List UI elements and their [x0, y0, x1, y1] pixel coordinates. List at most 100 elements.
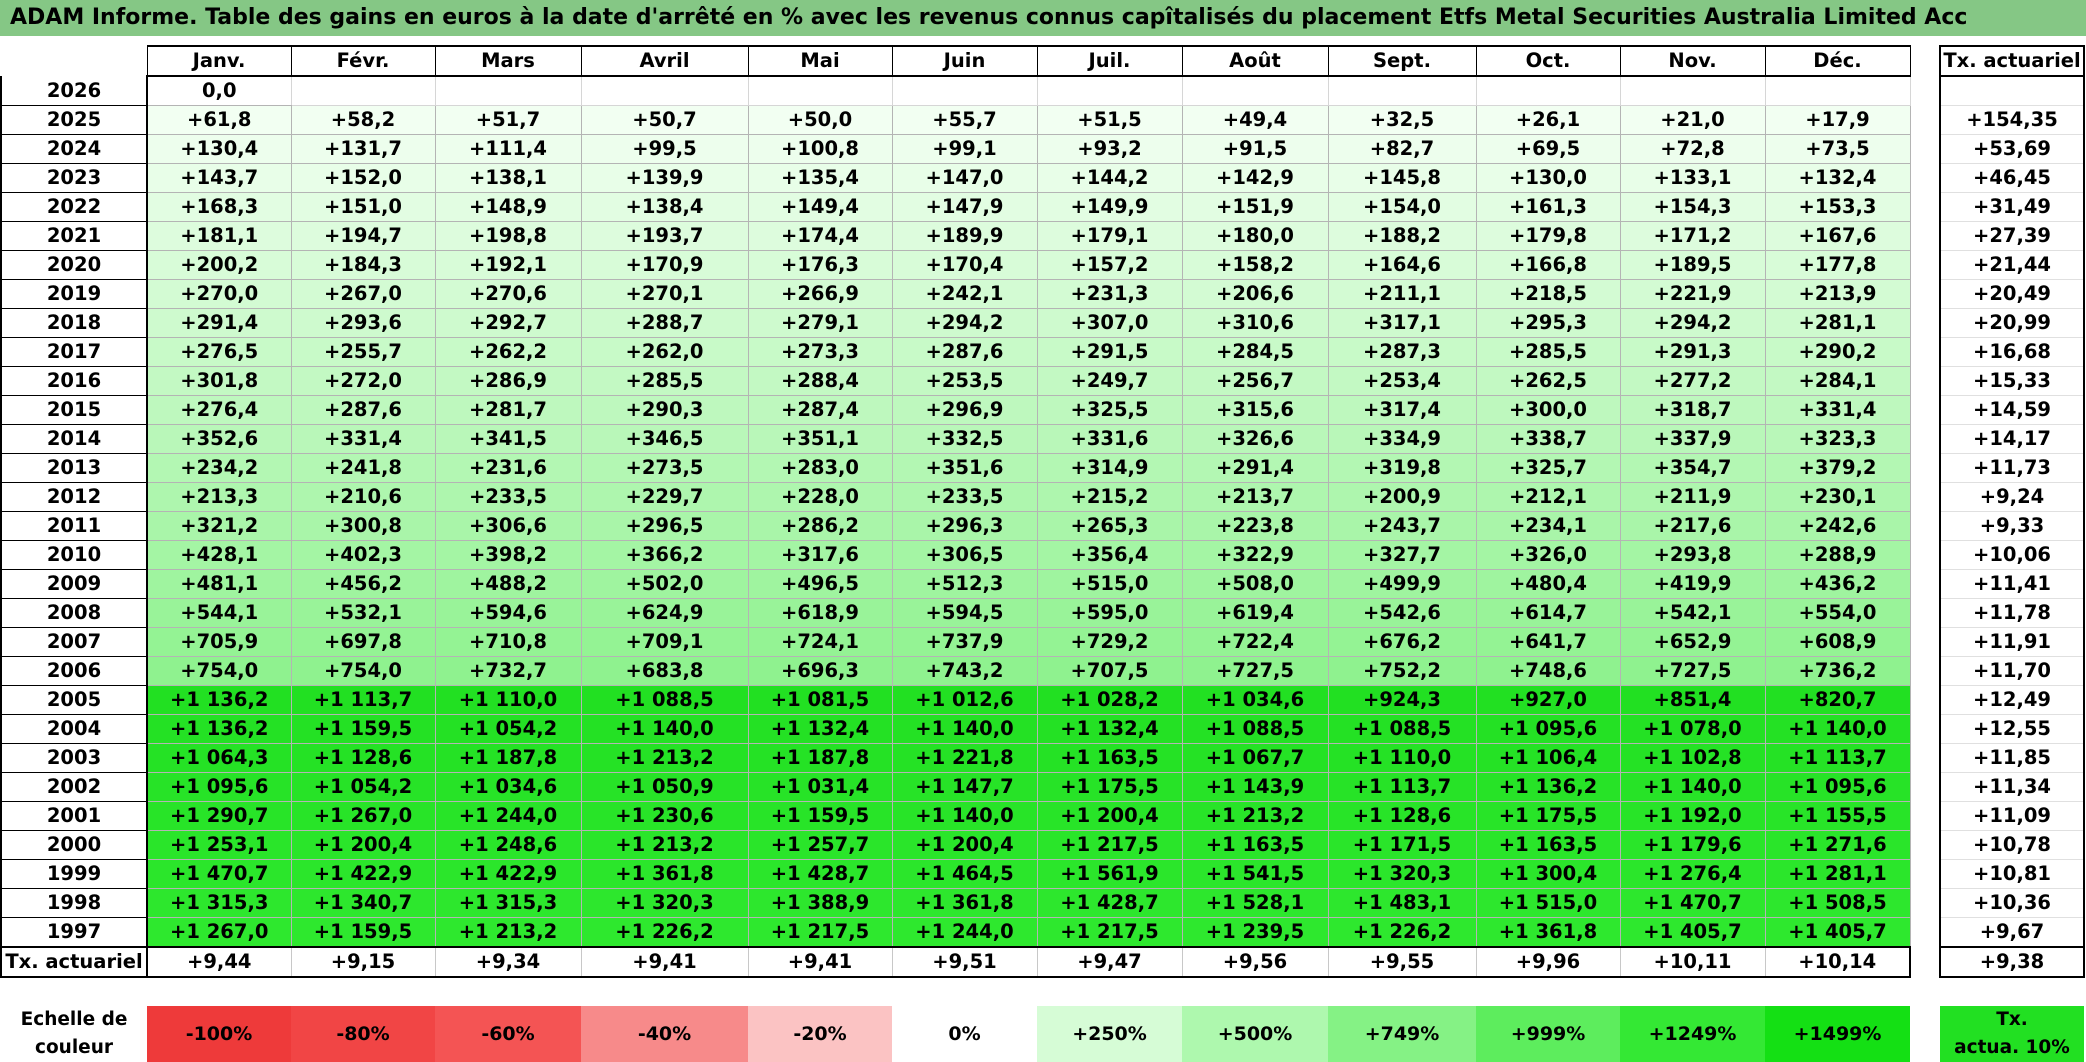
gain-cell: +1 230,6: [580, 801, 749, 831]
year-cell: 2003: [0, 743, 148, 773]
gain-cell: +532,1: [290, 598, 436, 628]
year-cell: 2023: [0, 163, 148, 193]
year-cell: 1998: [0, 888, 148, 918]
gain-cell: +508,0: [1181, 569, 1329, 599]
gain-cell: +1 200,4: [1036, 801, 1183, 831]
year-cell: 2021: [0, 221, 148, 251]
gain-cell: +158,2: [1181, 250, 1329, 280]
row-rate: +21,44: [1939, 250, 2085, 280]
gain-cell: +334,9: [1327, 424, 1477, 454]
month-header-2: Mars: [434, 45, 582, 77]
row-gap: [1910, 309, 1940, 338]
gain-cell: +337,9: [1619, 424, 1766, 454]
gain-cell: +614,7: [1475, 598, 1621, 628]
spacer-cell: [1037, 977, 1182, 1006]
gain-cell: +286,2: [747, 511, 893, 541]
actuarial-rate-value: +9,96: [1475, 946, 1621, 978]
gain-cell: +290,3: [580, 395, 749, 425]
gain-cell: +1 113,7: [1764, 743, 1911, 773]
row-rate: +11,78: [1939, 598, 2085, 628]
table-row: 2012 +213,3 +210,6 +233,5 +229,7 +228,0 +233,5…: [0, 482, 2085, 512]
gain-cell: +234,2: [147, 453, 292, 483]
color-scale-swatch: +999%: [1476, 1006, 1620, 1062]
month-header-1: Févr.: [290, 45, 436, 77]
gain-cell: [1475, 76, 1621, 106]
year-cell: 2011: [0, 511, 148, 541]
gain-cell: +480,4: [1475, 569, 1621, 599]
gain-cell: +1 226,2: [1327, 917, 1477, 948]
gain-cell: +1 110,0: [1327, 743, 1477, 773]
gain-cell: +164,6: [1327, 250, 1477, 280]
gain-cell: +171,2: [1619, 221, 1766, 251]
color-scale-rate-line1: Tx.: [1996, 1009, 2028, 1030]
gain-cell: +144,2: [1036, 163, 1183, 193]
gain-cell: +1 320,3: [1327, 859, 1477, 889]
year-cell: 2014: [0, 424, 148, 454]
gain-cell: +253,4: [1327, 366, 1477, 396]
year-cell: 2016: [0, 366, 148, 396]
gain-cell: [1764, 76, 1911, 106]
gain-cell: +281,7: [434, 395, 582, 425]
year-cell: 2026: [0, 76, 148, 106]
gain-cell: +927,0: [1475, 685, 1621, 715]
gain-cell: +1 171,5: [1327, 830, 1477, 860]
gain-cell: +618,9: [747, 598, 893, 628]
gain-cell: +184,3: [290, 250, 436, 280]
color-scale-label-line1: Echelle de: [20, 1009, 128, 1030]
gain-cell: +379,2: [1764, 453, 1911, 483]
row-gap: [1910, 744, 1940, 773]
gain-cell: +270,6: [434, 279, 582, 309]
gain-cell: +496,5: [747, 569, 893, 599]
row-rate: +31,49: [1939, 192, 2085, 222]
spacer-cell: [1940, 977, 2084, 1006]
gain-cell: +200,9: [1327, 482, 1477, 512]
gain-cell: +1 088,5: [1327, 714, 1477, 744]
gain-cell: +231,6: [434, 453, 582, 483]
row-rate: +20,49: [1939, 279, 2085, 309]
spacer-cell: [291, 977, 435, 1006]
row-gap: [1910, 918, 1940, 948]
gain-cell: [1181, 76, 1329, 106]
spacer-cell: [1765, 977, 1910, 1006]
row-gap: [1910, 831, 1940, 860]
gain-cell: +314,9: [1036, 453, 1183, 483]
gain-cell: +255,7: [290, 337, 436, 367]
gain-cell: +683,8: [580, 656, 749, 686]
gain-cell: +754,0: [290, 656, 436, 686]
gain-cell: +147,0: [891, 163, 1038, 193]
gain-cell: +233,5: [891, 482, 1038, 512]
gain-cell: +1 226,2: [580, 917, 749, 948]
row-rate: +10,81: [1939, 859, 2085, 889]
row-gap: [1910, 570, 1940, 599]
table-row: 2018 +291,4 +293,6 +292,7 +288,7 +279,1 +294,2…: [0, 308, 2085, 338]
gain-cell: +1 034,6: [1181, 685, 1329, 715]
gain-cell: +157,2: [1036, 250, 1183, 280]
gain-cell: +321,2: [147, 511, 292, 541]
row-gap: [1910, 251, 1940, 280]
year-cell: 1999: [0, 859, 148, 889]
gain-cell: +1 175,5: [1475, 801, 1621, 831]
gain-cell: +135,4: [747, 163, 893, 193]
row-rate: +10,06: [1939, 540, 2085, 570]
gain-cell: +608,9: [1764, 627, 1911, 657]
gain-cell: +151,9: [1181, 192, 1329, 222]
gain-cell: +131,7: [290, 134, 436, 164]
gain-cell: +130,4: [147, 134, 292, 164]
actuarial-rate-row: Tx. actuariel +9,44 +9,15 +9,34 +9,41 +9,41 +9…: [0, 946, 2085, 978]
gain-cell: +315,6: [1181, 395, 1329, 425]
gain-cell: +1 320,3: [580, 888, 749, 918]
gain-cell: +341,5: [434, 424, 582, 454]
gain-cell: +138,1: [434, 163, 582, 193]
gain-cell: +1 361,8: [580, 859, 749, 889]
gain-cell: 0,0: [147, 76, 292, 106]
gain-cell: +148,9: [434, 192, 582, 222]
gain-cell: +727,5: [1619, 656, 1766, 686]
gain-cell: +270,0: [147, 279, 292, 309]
gain-cell: +1 128,6: [1327, 801, 1477, 831]
row-rate: +15,33: [1939, 366, 2085, 396]
gain-cell: +1 081,5: [747, 685, 893, 715]
gain-cell: +1 095,6: [1475, 714, 1621, 744]
gain-cell: +1 290,7: [147, 801, 292, 831]
color-scale-swatch: -20%: [748, 1006, 892, 1062]
gain-cell: +1 095,6: [147, 772, 292, 802]
